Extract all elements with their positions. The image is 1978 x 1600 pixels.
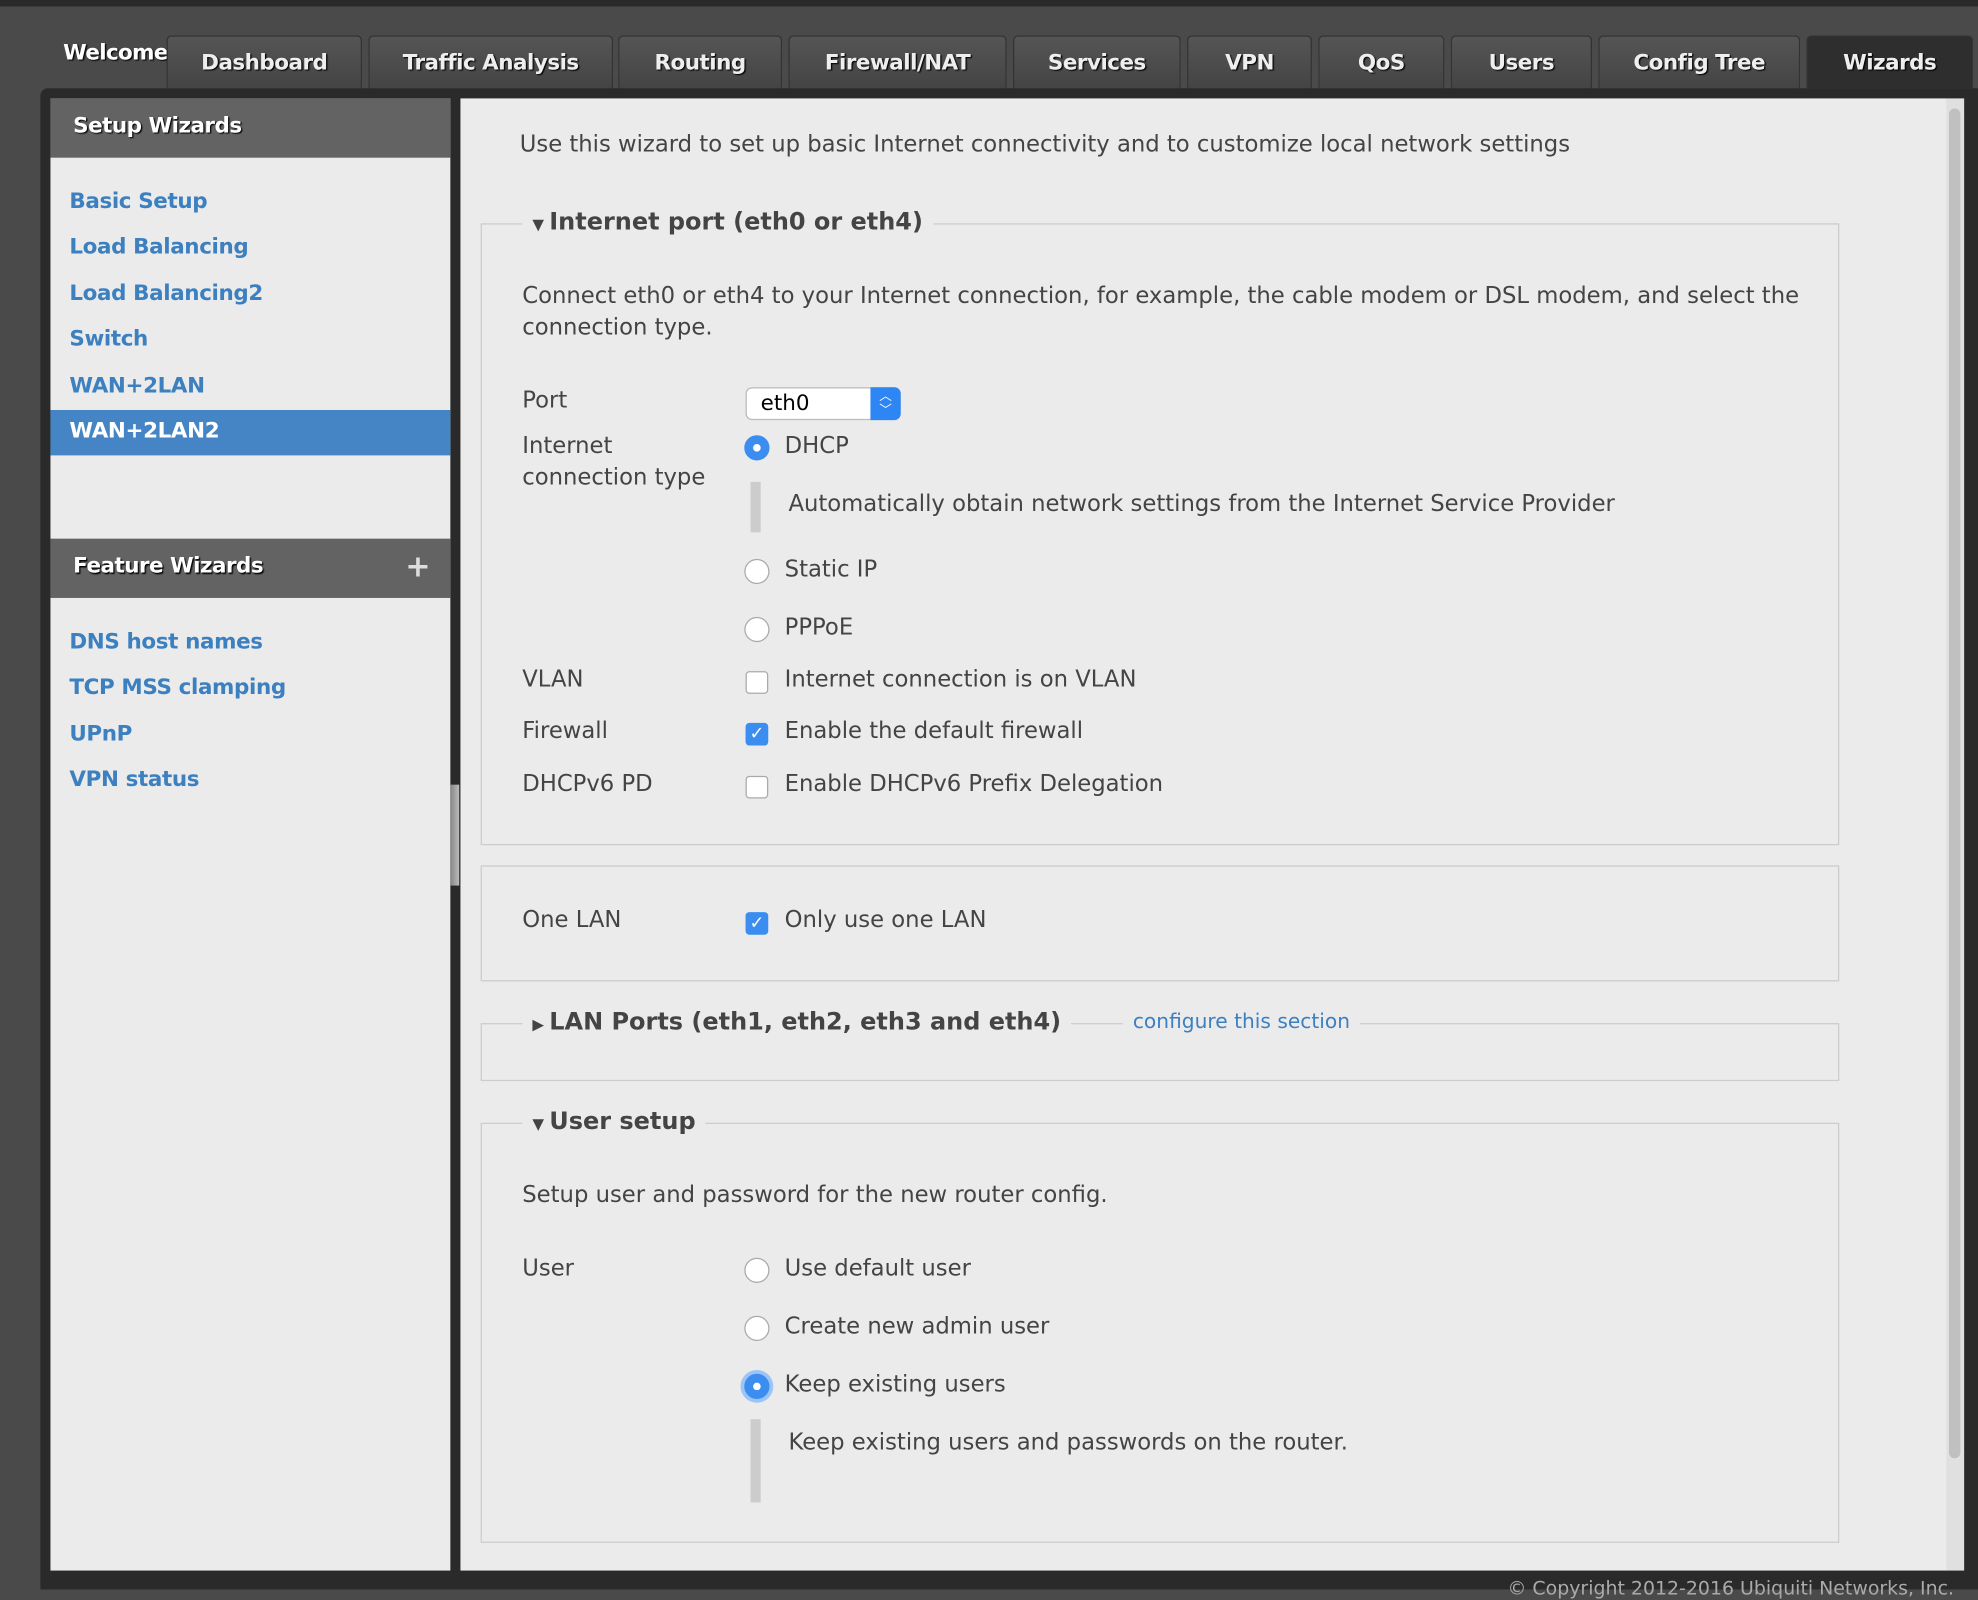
sidebar-item-load-balancing2[interactable]: Load Balancing2 bbox=[50, 272, 450, 317]
internet-port-section: ▼ Internet port (eth0 or eth4) Connect e… bbox=[480, 208, 1840, 846]
static-ip-radio[interactable] bbox=[744, 558, 770, 585]
sidebar-item-tcp-mss-clamping[interactable]: TCP MSS clamping bbox=[50, 666, 450, 711]
caret-down-icon: ▼ bbox=[532, 1115, 550, 1133]
dhcp-help: Automatically obtain network settings fr… bbox=[788, 490, 1615, 518]
feature-wizards-title: Feature Wizards bbox=[73, 553, 264, 580]
port-label: Port bbox=[522, 387, 568, 414]
tab-vpn[interactable]: VPN bbox=[1187, 35, 1312, 89]
one-lan-section: One LAN ✓ Only use one LAN bbox=[480, 865, 1840, 982]
firewall-checkbox[interactable]: ✓ bbox=[745, 722, 769, 746]
tab-services[interactable]: Services bbox=[1012, 35, 1181, 89]
plus-icon[interactable]: + bbox=[405, 549, 430, 584]
conn-type-label-2: connection type bbox=[522, 464, 706, 491]
vlan-label: VLAN bbox=[522, 666, 584, 693]
vlan-text: Internet connection is on VLAN bbox=[784, 666, 1137, 693]
dhcpv6-pd-label: DHCPv6 PD bbox=[522, 770, 653, 798]
sidebar-item-vpn-status[interactable]: VPN status bbox=[50, 758, 450, 803]
dhcpv6-pd-text: Enable DHCPv6 Prefix Delegation bbox=[784, 770, 1164, 798]
sidebar: Setup Wizards Basic Setup Load Balancing… bbox=[50, 98, 451, 1571]
sidebar-item-switch[interactable]: Switch bbox=[50, 318, 450, 363]
caret-right-icon: ▶ bbox=[532, 1015, 550, 1034]
dhcp-radio[interactable] bbox=[744, 435, 770, 461]
sidebar-item-upnp[interactable]: UPnP bbox=[50, 713, 450, 758]
sidebar-item-basic-setup[interactable]: Basic Setup bbox=[50, 180, 450, 225]
static-ip-label: Static IP bbox=[784, 556, 878, 583]
setup-wizards-header: Setup Wizards bbox=[50, 98, 451, 158]
vlan-checkbox[interactable] bbox=[745, 671, 769, 694]
tab-users[interactable]: Users bbox=[1450, 35, 1593, 89]
tab-config-tree[interactable]: Config Tree bbox=[1598, 35, 1801, 89]
user-desc: Setup user and password for the new rout… bbox=[522, 1182, 1108, 1209]
scrollbar-thumb[interactable] bbox=[1949, 108, 1961, 1459]
pppoe-radio[interactable] bbox=[744, 616, 770, 643]
lan-ports-section: ▶ LAN Ports (eth1, eth2, eth3 and eth4) … bbox=[480, 1007, 1840, 1082]
wizard-content: Use this wizard to set up basic Internet… bbox=[460, 98, 1947, 1571]
tab-qos[interactable]: QoS bbox=[1318, 35, 1445, 89]
port-select[interactable]: eth0 ︿ ﹀ bbox=[745, 387, 901, 421]
sidebar-item-dns-host-names[interactable]: DNS host names bbox=[50, 621, 450, 666]
feature-wizards-header: Feature Wizards + bbox=[50, 538, 451, 598]
conn-type-label: Internet bbox=[522, 432, 613, 460]
user-setup-legend[interactable]: ▼ User setup bbox=[522, 1107, 706, 1136]
new-admin-radio[interactable] bbox=[744, 1315, 770, 1341]
one-lan-label: One LAN bbox=[522, 907, 622, 934]
copyright: © Copyright 2012-2016 Ubiquiti Networks,… bbox=[1507, 1576, 1955, 1600]
dhcpv6-pd-checkbox[interactable] bbox=[745, 775, 769, 799]
lan-ports-legend[interactable]: ▶ LAN Ports (eth1, eth2, eth3 and eth4) bbox=[522, 1007, 1072, 1036]
select-chevron-icon: ︿ ﹀ bbox=[870, 387, 901, 421]
content-scrollbar[interactable] bbox=[1946, 98, 1965, 1571]
user-setup-section: ▼ User setup Setup user and password for… bbox=[480, 1107, 1840, 1543]
keep-users-label: Keep existing users bbox=[784, 1371, 1006, 1398]
firewall-text: Enable the default firewall bbox=[784, 717, 1084, 745]
configure-section-link[interactable]: configure this section bbox=[1122, 1009, 1361, 1034]
dhcp-label: DHCP bbox=[784, 432, 849, 460]
tab-firewall-nat[interactable]: Firewall/NAT bbox=[788, 35, 1007, 89]
keep-users-radio[interactable] bbox=[744, 1373, 770, 1400]
one-lan-checkbox[interactable]: ✓ bbox=[745, 912, 769, 935]
keep-users-help: Keep existing users and passwords on the… bbox=[788, 1429, 1348, 1456]
firewall-label: Firewall bbox=[522, 717, 608, 745]
user-label: User bbox=[522, 1255, 575, 1282]
sidebar-item-wan-2lan[interactable]: WAN+2LAN bbox=[50, 365, 450, 410]
new-admin-label: Create new admin user bbox=[784, 1313, 1050, 1340]
caret-down-icon: ▼ bbox=[532, 215, 550, 234]
one-lan-text: Only use one LAN bbox=[784, 907, 987, 934]
pppoe-label: PPPoE bbox=[784, 614, 854, 641]
internet-desc: Connect eth0 or eth4 to your Internet co… bbox=[522, 282, 1800, 310]
intro-text: Use this wizard to set up basic Internet… bbox=[519, 131, 1571, 158]
tab-routing[interactable]: Routing bbox=[618, 35, 783, 89]
sidebar-scrollbar[interactable] bbox=[450, 784, 460, 886]
internet-port-legend[interactable]: ▼ Internet port (eth0 or eth4) bbox=[522, 208, 934, 236]
sidebar-item-wan-2lan2[interactable]: WAN+2LAN2 bbox=[50, 409, 451, 456]
tab-traffic-analysis[interactable]: Traffic Analysis bbox=[368, 35, 614, 89]
help-bar bbox=[750, 1419, 761, 1503]
internet-desc-2: connection type. bbox=[522, 314, 713, 341]
welcome-label: Welcome bbox=[63, 40, 168, 66]
default-user-label: Use default user bbox=[784, 1255, 971, 1282]
tab-wizards[interactable]: Wizards bbox=[1806, 35, 1973, 89]
default-user-radio[interactable] bbox=[744, 1257, 770, 1283]
sidebar-item-load-balancing[interactable]: Load Balancing bbox=[50, 226, 450, 271]
tab-dashboard[interactable]: Dashboard bbox=[166, 35, 363, 89]
help-bar bbox=[750, 481, 761, 533]
